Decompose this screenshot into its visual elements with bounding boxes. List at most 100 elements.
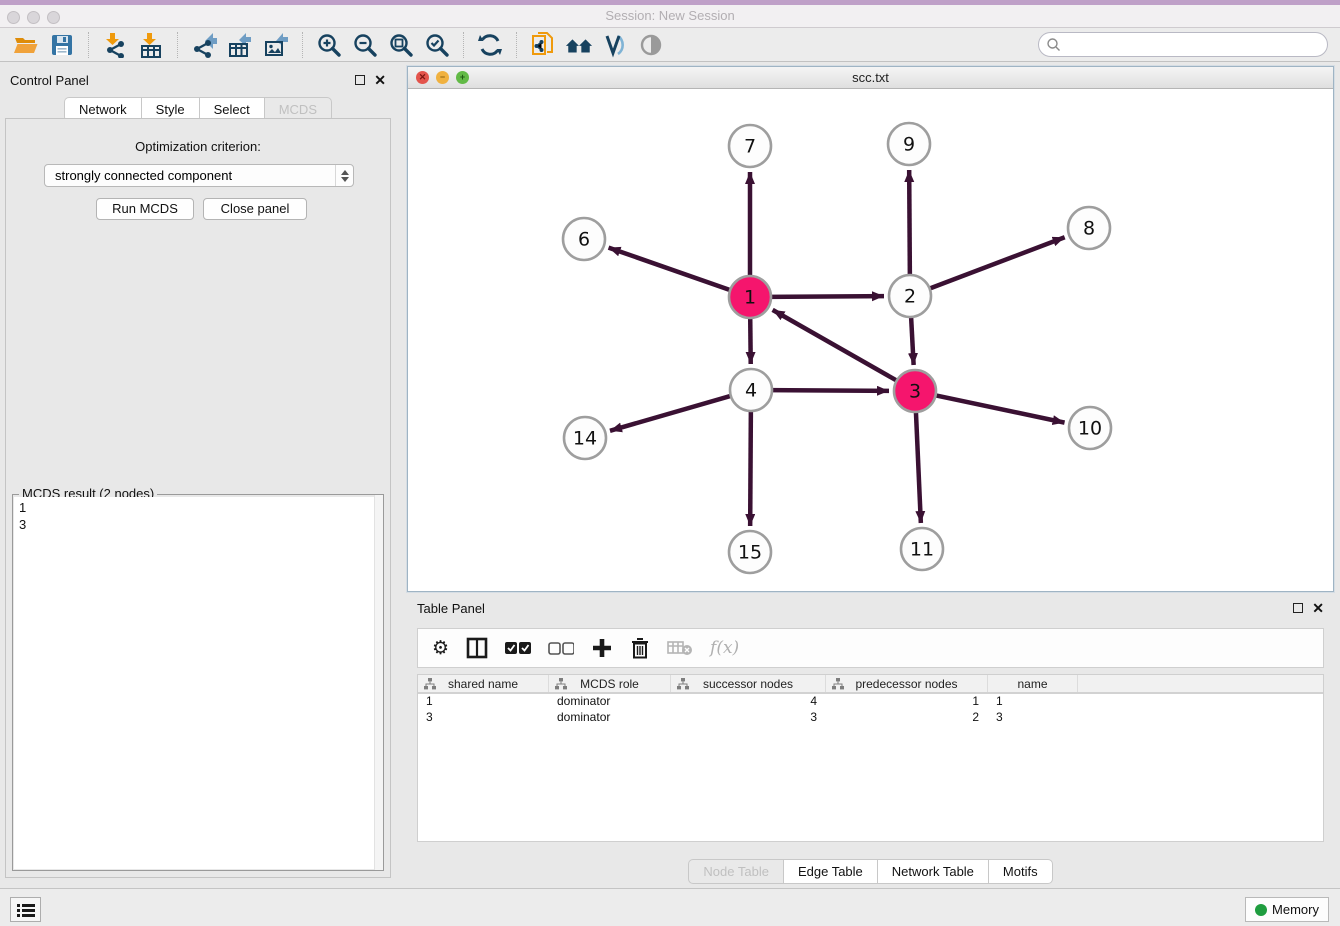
network-window: ✕ − + scc.txt 7968124314101511	[407, 66, 1334, 592]
window-titlebar: Session: New Session	[0, 5, 1340, 28]
column-header[interactable]: predecessor nodes	[826, 675, 988, 692]
node-table[interactable]: shared name MCDS role successor nodes pr…	[417, 674, 1324, 842]
graph-node-label-1: 1	[744, 287, 756, 309]
graph-edge-1-4[interactable]	[750, 316, 751, 364]
table-panel-tabs: Node Table Edge Table Network Table Moti…	[407, 859, 1334, 884]
table-row[interactable]: 1 dominator 4 1 1	[418, 694, 1323, 710]
memory-label: Memory	[1272, 902, 1319, 917]
new-network-from-selection-icon[interactable]	[529, 31, 557, 59]
close-table-panel-icon[interactable]: ✕	[1312, 603, 1324, 613]
namespace-icon	[424, 678, 436, 690]
window-close-icon[interactable]	[7, 11, 20, 24]
refresh-icon[interactable]	[476, 31, 504, 59]
unselect-all-columns-icon[interactable]	[548, 642, 574, 655]
network-window-titlebar[interactable]: ✕ − + scc.txt	[408, 67, 1333, 89]
window-minimize-icon[interactable]	[27, 11, 40, 24]
mcds-result-textarea[interactable]: 1 3	[14, 497, 383, 869]
select-all-columns-icon[interactable]	[505, 642, 531, 655]
window-zoom-icon[interactable]	[47, 11, 60, 24]
graph-node-label-2: 2	[904, 286, 916, 308]
open-session-icon[interactable]	[12, 31, 40, 59]
delete-column-trash-icon[interactable]	[630, 637, 650, 659]
table-mode-columns-icon[interactable]	[466, 637, 488, 659]
criterion-dropdown[interactable]: strongly connected component	[44, 164, 354, 187]
vizmapper-icon[interactable]	[601, 31, 629, 59]
zoom-selected-icon[interactable]	[423, 31, 451, 59]
memory-button[interactable]: Memory	[1245, 897, 1329, 922]
search-input[interactable]	[1062, 35, 1327, 55]
criterion-value: strongly connected component	[55, 168, 232, 183]
table-panel-title: Table Panel	[417, 601, 485, 616]
column-header[interactable]: MCDS role	[549, 675, 671, 692]
control-panel-title: Control Panel	[10, 73, 89, 88]
close-panel-button[interactable]: Close panel	[203, 198, 307, 220]
zoom-out-icon[interactable]	[351, 31, 379, 59]
zoom-fit-icon[interactable]	[387, 31, 415, 59]
export-network-icon[interactable]	[190, 31, 218, 59]
graph-node-label-10: 10	[1078, 418, 1102, 440]
table-settings-gear-icon[interactable]: ⚙	[432, 639, 449, 658]
create-column-plus-icon[interactable]	[591, 637, 613, 659]
export-table-icon[interactable]	[226, 31, 254, 59]
namespace-icon	[555, 678, 567, 690]
float-table-panel-icon[interactable]	[1293, 603, 1303, 613]
task-history-button[interactable]	[10, 897, 41, 922]
frame-minimize-icon[interactable]: −	[436, 71, 449, 84]
dropdown-stepper-icon	[335, 165, 353, 186]
control-panel: Control Panel ✕ Network Style Select MCD…	[0, 66, 396, 884]
graph-node-label-9: 9	[903, 134, 915, 156]
export-image-icon[interactable]	[262, 31, 290, 59]
graph-edge-1-2[interactable]	[769, 296, 884, 297]
column-header[interactable]: name	[988, 675, 1078, 692]
optimization-criterion-label: Optimization criterion:	[6, 139, 390, 154]
tab-edge-table[interactable]: Edge Table	[783, 859, 877, 884]
search-box[interactable]	[1038, 32, 1328, 57]
graph-edge-2-3[interactable]	[911, 315, 914, 365]
import-network-icon[interactable]	[101, 31, 129, 59]
graph-edge-3-11[interactable]	[916, 410, 921, 523]
graph-edge-2-9[interactable]	[909, 170, 910, 277]
tab-node-table[interactable]: Node Table	[688, 859, 783, 884]
graph-node-label-15: 15	[738, 542, 762, 564]
table-row[interactable]: 3 dominator 3 2 3	[418, 710, 1323, 726]
zoom-in-icon[interactable]	[315, 31, 343, 59]
import-table-icon[interactable]	[137, 31, 165, 59]
float-panel-icon[interactable]	[355, 75, 365, 85]
close-panel-icon[interactable]: ✕	[374, 75, 386, 85]
show-graphics-details-icon[interactable]	[637, 31, 665, 59]
home-icon[interactable]	[565, 31, 593, 59]
graph-edge-4-15[interactable]	[750, 409, 751, 526]
graph-edge-4-14[interactable]	[610, 395, 733, 431]
graph-node-label-3: 3	[909, 381, 921, 403]
graph-node-label-8: 8	[1083, 218, 1095, 240]
tab-network-table[interactable]: Network Table	[877, 859, 988, 884]
task-list-icon	[17, 903, 35, 917]
graph-edge-2-8[interactable]	[928, 237, 1065, 289]
graph-edge-3-1[interactable]	[773, 310, 899, 382]
mcds-result-group: MCDS result (2 nodes) 1 3	[12, 494, 384, 871]
function-builder-icon[interactable]: f(x)	[710, 638, 739, 658]
namespace-icon	[677, 678, 689, 690]
result-scrollbar[interactable]	[374, 495, 383, 870]
frame-maximize-icon[interactable]: +	[456, 71, 469, 84]
save-session-icon[interactable]	[48, 31, 76, 59]
memory-status-icon	[1255, 904, 1267, 916]
graph-edge-3-10[interactable]	[934, 395, 1065, 423]
tab-motifs[interactable]: Motifs	[988, 859, 1053, 884]
column-header[interactable]: shared name	[418, 675, 549, 692]
graph-node-label-4: 4	[745, 380, 757, 402]
graph-edge-4-3[interactable]	[770, 390, 889, 391]
graph-edge-1-6[interactable]	[609, 248, 733, 291]
frame-close-icon[interactable]: ✕	[416, 71, 429, 84]
delete-table-icon[interactable]	[667, 639, 693, 657]
table-panel: Table Panel ✕ ⚙ f(x) share	[407, 594, 1334, 884]
main-toolbar	[0, 28, 1340, 62]
graph-node-label-14: 14	[573, 428, 597, 450]
window-title: Session: New Session	[0, 5, 1340, 27]
column-header[interactable]: successor nodes	[671, 675, 826, 692]
network-canvas[interactable]: 7968124314101511	[408, 89, 1333, 591]
graph-node-label-6: 6	[578, 229, 590, 251]
run-mcds-button[interactable]: Run MCDS	[96, 198, 194, 220]
network-window-title: scc.txt	[408, 67, 1333, 88]
mcds-panel-body: Optimization criterion: strongly connect…	[5, 118, 391, 878]
